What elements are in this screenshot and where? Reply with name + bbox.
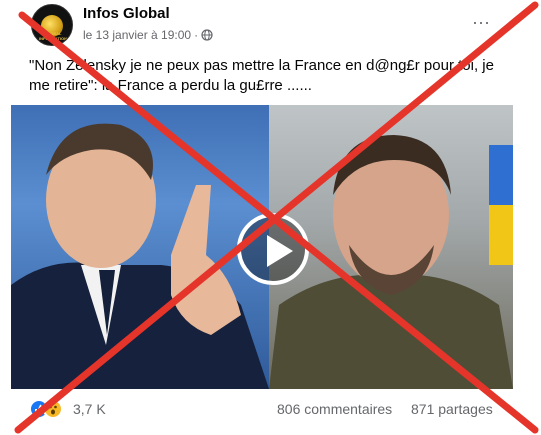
play-button[interactable] <box>237 213 309 285</box>
video-left-person-image <box>11 105 269 389</box>
post-meta: le 13 janvier à 19:00 · <box>83 28 213 42</box>
post-text: "Non Zelensky je ne peux pas mettre la F… <box>29 57 494 94</box>
avatar[interactable]: GLOBAL INFORMATION <box>31 4 73 46</box>
shares-count[interactable]: 871 partages <box>411 401 493 417</box>
reaction-icons[interactable] <box>29 399 73 419</box>
flag-blue-band <box>489 145 513 205</box>
more-options-button[interactable]: ··· <box>467 8 495 36</box>
flag-yellow-band <box>489 205 513 265</box>
comments-count[interactable]: 806 commentaires <box>277 401 392 417</box>
play-icon <box>267 235 293 267</box>
video-player[interactable] <box>11 105 513 389</box>
avatar-logo-text: GLOBAL INFORMATION <box>39 31 67 41</box>
post-date[interactable]: le 13 janvier à 19:00 <box>83 28 191 42</box>
meta-separator: · <box>194 28 199 42</box>
reaction-count[interactable]: 3,7 K <box>73 401 106 417</box>
post-header: GLOBAL INFORMATION Infos Global le 13 ja… <box>0 0 541 52</box>
reactions-bar: 3,7 K 806 commentaires 871 partages <box>0 395 541 425</box>
page-name[interactable]: Infos Global <box>83 5 170 22</box>
left-person-figure <box>11 123 269 389</box>
globe-icon <box>201 29 213 41</box>
wow-icon <box>43 399 63 419</box>
